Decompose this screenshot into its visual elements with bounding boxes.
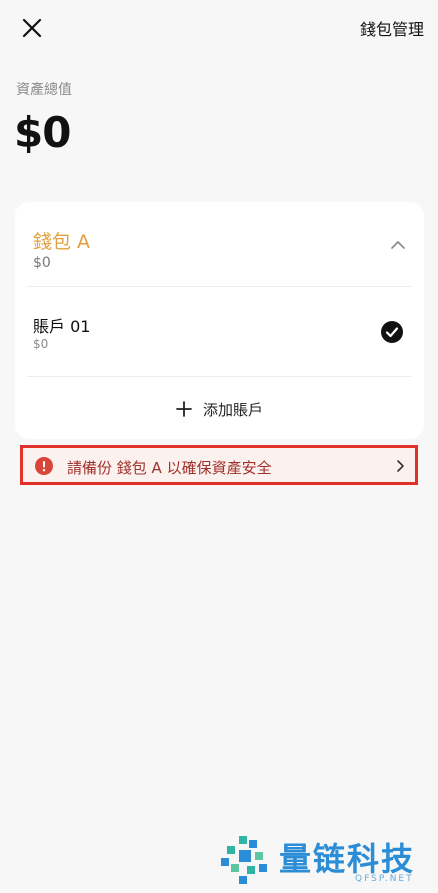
total-assets-value: $0 xyxy=(14,108,71,157)
wallet-header[interactable]: 錢包 A $0 xyxy=(15,202,424,284)
watermark-subtitle: QFSP.NET xyxy=(355,874,414,884)
wallet-balance: $0 xyxy=(33,255,51,271)
backup-reminder-text: 請備份 錢包 A 以確保資產安全 xyxy=(67,459,272,477)
wallet-manage-link[interactable]: 錢包管理 xyxy=(360,16,424,40)
account-row[interactable]: 賬戶 01 $0 xyxy=(15,287,424,375)
check-icon xyxy=(381,321,403,343)
backup-reminder-banner[interactable]: 請備份 錢包 A 以確保資產安全 xyxy=(20,445,418,485)
chevron-up-icon[interactable] xyxy=(390,239,406,251)
add-account-label: 添加賬戶 xyxy=(203,400,264,419)
top-bar: 錢包管理 xyxy=(0,0,438,56)
close-button[interactable] xyxy=(18,14,46,42)
watermark-logo xyxy=(221,836,267,884)
add-account-content: 添加賬戶 xyxy=(175,399,263,419)
watermark: 量链科技 QFSP.NET xyxy=(217,830,438,893)
plus-icon xyxy=(176,401,192,417)
alert-icon xyxy=(35,457,53,475)
account-balance: $0 xyxy=(33,337,49,351)
chevron-right-icon xyxy=(397,460,404,472)
close-icon xyxy=(22,18,42,38)
wallet-card: 錢包 A $0 賬戶 01 $0 添加賬戶 xyxy=(15,202,424,439)
divider xyxy=(27,376,412,377)
account-name: 賬戶 01 xyxy=(33,317,91,336)
total-assets-label: 資產總值 xyxy=(16,82,72,98)
add-account-button[interactable]: 添加賬戶 xyxy=(15,379,424,439)
wallet-name: 錢包 A xyxy=(33,231,91,253)
